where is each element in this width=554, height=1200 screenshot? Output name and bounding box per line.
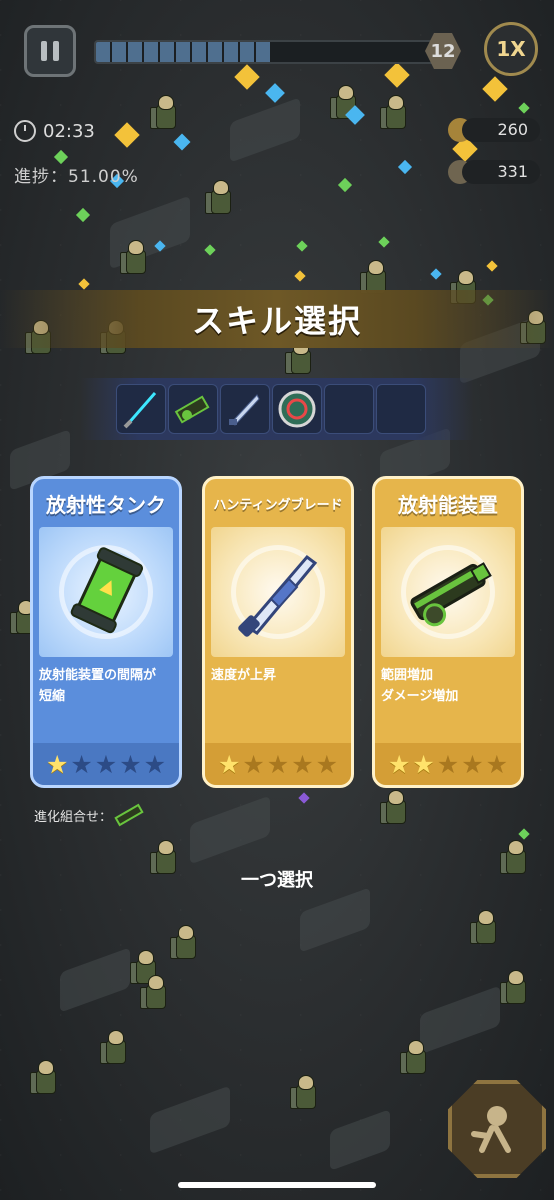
pause-button[interactable] bbox=[24, 25, 76, 77]
wave-progress-fill bbox=[96, 42, 273, 62]
gatling-gun-icon bbox=[114, 803, 144, 827]
star-empty-icon: ★ bbox=[266, 749, 290, 779]
clock-icon bbox=[14, 120, 36, 142]
enemy-soldier bbox=[170, 925, 200, 961]
empty-skill-slot bbox=[376, 384, 426, 434]
star-empty-icon: ★ bbox=[143, 749, 167, 779]
gatling-gun-icon bbox=[174, 395, 210, 424]
coin-count: 260 bbox=[462, 118, 540, 142]
star-empty-icon: ★ bbox=[119, 749, 142, 779]
star-rating: ★ ★ ★ ★ ★ bbox=[205, 743, 351, 785]
owned-skill-slot bbox=[272, 384, 322, 434]
enemy-soldier bbox=[470, 910, 500, 946]
owned-skills-bar bbox=[80, 378, 474, 440]
star-empty-icon: ★ bbox=[291, 749, 314, 779]
progress-text: 進捗：51.00% bbox=[14, 167, 139, 187]
home-indicator[interactable] bbox=[178, 1182, 376, 1188]
star-filled-icon: ★ bbox=[412, 749, 435, 779]
hunting-blade-icon bbox=[229, 394, 260, 426]
star-rating: ★ ★ ★ ★ ★ bbox=[33, 743, 179, 785]
star-filled-icon: ★ bbox=[387, 749, 411, 779]
enemy-soldier bbox=[100, 1030, 130, 1066]
enemy-soldier bbox=[290, 1075, 320, 1111]
skill-card-radioactive-tank[interactable]: 放射性タンク 放射能装置の間隔が 短縮 ★ ★ ★ ★ ★ bbox=[30, 476, 182, 788]
card-art bbox=[381, 527, 515, 657]
shield-disc-icon bbox=[278, 390, 316, 428]
skill-card-hunting-blade[interactable]: ハンティングブレード 速度が上昇 ★ ★ ★ ★ ★ bbox=[202, 476, 354, 788]
enemy-soldier bbox=[400, 1040, 430, 1076]
choose-one-prompt: 一つ選択 bbox=[241, 870, 313, 891]
speed-button[interactable]: 1X bbox=[484, 22, 538, 76]
enemy-soldier bbox=[380, 95, 410, 131]
card-art bbox=[211, 527, 345, 657]
radioactive-tank-icon bbox=[70, 547, 144, 634]
dash-runner-icon bbox=[471, 1106, 511, 1153]
card-title: 放射能装置 bbox=[398, 492, 498, 517]
page-title: スキル選択 bbox=[191, 302, 362, 340]
hunting-blade-icon bbox=[238, 554, 318, 637]
title-banner: スキル選択 bbox=[0, 290, 554, 348]
enemy-soldier bbox=[380, 790, 410, 826]
star-empty-icon: ★ bbox=[461, 749, 484, 779]
skill-card-radiation-device[interactable]: 放射能装置 範囲増加 ダメージ増加 ★ ★ ★ ★ ★ bbox=[372, 476, 524, 788]
enemy-soldier bbox=[500, 970, 530, 1006]
enemy-soldier bbox=[205, 180, 235, 216]
star-empty-icon: ★ bbox=[485, 749, 509, 779]
card-art bbox=[39, 527, 173, 657]
star-empty-icon: ★ bbox=[242, 749, 265, 779]
star-empty-icon: ★ bbox=[315, 749, 339, 779]
owned-skill-slot bbox=[168, 384, 218, 434]
card-title: 放射性タンク bbox=[46, 492, 166, 517]
star-rating: ★ ★ ★ ★ ★ bbox=[375, 743, 521, 785]
star-filled-icon: ★ bbox=[45, 749, 69, 779]
star-empty-icon: ★ bbox=[436, 749, 460, 779]
gatling-gun-icon bbox=[410, 562, 492, 627]
star-empty-icon: ★ bbox=[70, 749, 93, 779]
owned-skill-slot bbox=[220, 384, 270, 434]
timer-text: 02:33 bbox=[43, 120, 95, 142]
evolution-label: 進化組合せ： bbox=[34, 809, 113, 825]
pause-icon bbox=[41, 41, 47, 61]
enemy-soldier bbox=[150, 95, 180, 131]
timer: 02:33 bbox=[14, 120, 95, 142]
enemy-soldier bbox=[120, 240, 150, 276]
kill-count: 331 bbox=[462, 160, 540, 184]
enemy-soldier bbox=[140, 975, 170, 1011]
laser-sword-icon bbox=[123, 392, 157, 429]
card-description: 放射能装置の間隔が 短縮 bbox=[39, 668, 157, 704]
card-description: 速度が上昇 bbox=[211, 668, 277, 683]
star-empty-icon: ★ bbox=[94, 749, 118, 779]
star-filled-icon: ★ bbox=[217, 749, 241, 779]
enemy-soldier bbox=[30, 1060, 60, 1096]
empty-skill-slot bbox=[324, 384, 374, 434]
owned-skill-slot bbox=[116, 384, 166, 434]
wave-progress-bar bbox=[94, 40, 444, 64]
evolution-combo: 進化組合せ： bbox=[34, 802, 146, 828]
card-description: 範囲増加 ダメージ増加 bbox=[381, 668, 459, 704]
card-title: ハンティングブレード bbox=[213, 497, 343, 513]
